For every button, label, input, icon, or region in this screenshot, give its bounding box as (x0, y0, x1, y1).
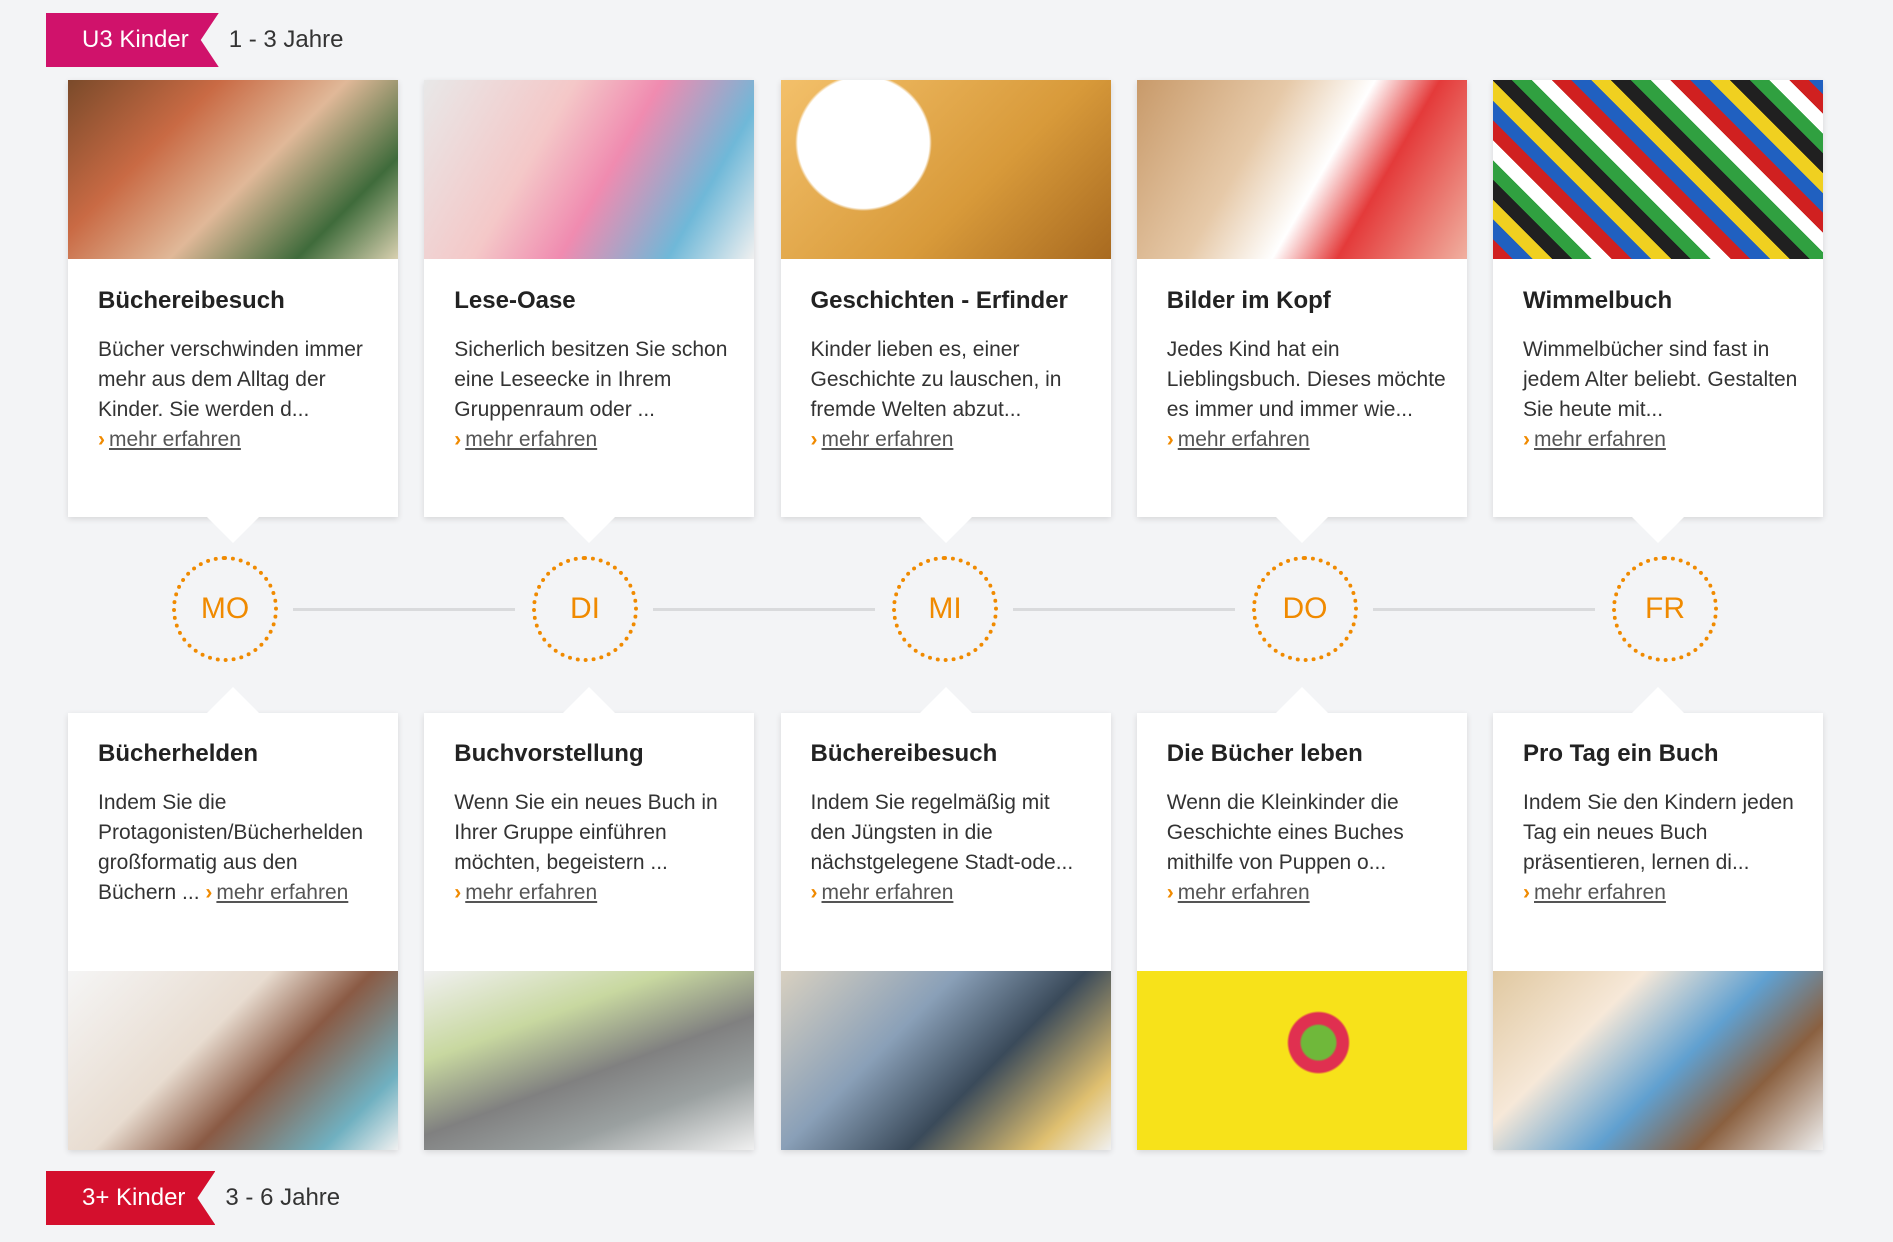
card-text: Indem Sie regelmäßig mit den Jüngsten in… (811, 788, 1091, 908)
card-text: Wenn Sie ein neues Buch in Ihrer Gruppe … (454, 788, 734, 908)
card-geschichten-erfinder[interactable]: Geschichten - Erfinder Kinder lieben es,… (780, 80, 1111, 543)
card-image[interactable] (68, 971, 398, 1150)
chevron-right-icon: › (810, 428, 818, 451)
card-title: Bücherhelden (98, 740, 259, 767)
chevron-right-icon: › (1523, 881, 1530, 904)
more-link[interactable]: mehr erfahren (1178, 428, 1310, 451)
card-teaser: Bücher verschwinden immer mehr aus dem A… (98, 338, 363, 421)
card-text: Kinder lieben es, einer Geschichte zu la… (811, 335, 1091, 455)
card-teaser: Jedes Kind hat ein Lieblingsbuch. Dieses… (1166, 338, 1446, 421)
plush-elephant-on-book-image (424, 971, 755, 1150)
more-link[interactable]: mehr erfahren (1534, 881, 1666, 904)
day-fr: FR (1612, 556, 1718, 662)
teacher-reading-to-kids-image (1493, 971, 1823, 1150)
lower-cards-row: Bücherhelden Indem Sie die Protagonisten… (68, 687, 1823, 1150)
timeline-connector (293, 608, 515, 611)
kids-reading-in-library-image (68, 80, 398, 259)
more-link[interactable]: mehr erfahren (109, 428, 241, 451)
card-buchvorstellung[interactable]: Buchvorstellung Wenn Sie ein neues Buch … (424, 687, 755, 1150)
card-teaser: Sicherlich besitzen Sie schon eine Lesee… (454, 338, 728, 421)
card-buechereibesuch-u3[interactable]: Büchereibesuch Bücher verschwinden immer… (68, 80, 398, 543)
card-title: Bilder im Kopf (1166, 287, 1331, 314)
card-text: Sicherlich besitzen Sie schon eine Lesee… (454, 335, 734, 455)
card-title: Wimmelbuch (1523, 287, 1673, 314)
card-wimmelbuch[interactable]: Wimmelbuch Wimmelbücher sind fast in jed… (1493, 80, 1823, 543)
building-bricks-image (1493, 80, 1823, 259)
chevron-right-icon: › (454, 881, 462, 904)
card-title: Lese-Oase (454, 287, 576, 314)
card-image[interactable] (1493, 971, 1823, 1150)
chevron-right-icon: › (1166, 881, 1174, 904)
3plus-kinder-band: 3+ Kinder 3 - 6 Jahre (46, 1171, 340, 1225)
timeline-connector (653, 608, 875, 611)
card-title: Büchereibesuch (98, 287, 285, 314)
card-teaser: Indem Sie den Kindern jeden Tag ein neue… (1523, 791, 1794, 874)
more-link[interactable]: mehr erfahren (465, 881, 597, 904)
more-link[interactable]: mehr erfahren (465, 428, 597, 451)
more-link[interactable]: mehr erfahren (216, 881, 348, 904)
more-link[interactable]: mehr erfahren (1534, 428, 1666, 451)
3plus-age-range: 3 - 6 Jahre (225, 1184, 341, 1211)
u3-kinder-tag[interactable]: U3 Kinder (46, 13, 219, 67)
card-bilder-im-kopf[interactable]: Bilder im Kopf Jedes Kind hat ein Liebli… (1136, 80, 1467, 543)
chevron-right-icon: › (1166, 428, 1174, 451)
toddler-in-library-image (780, 971, 1111, 1150)
card-text: Wimmelbücher sind fast in jedem Alter be… (1523, 335, 1803, 455)
card-teaser: Wenn Sie ein neues Buch in Ihrer Gruppe … (454, 791, 718, 874)
day-mo: MO (172, 556, 278, 662)
u3-kinder-band: U3 Kinder 1 - 3 Jahre (46, 13, 343, 67)
weekday-timeline: MO DI MI DO FR (0, 556, 1893, 662)
day-di: DI (532, 556, 638, 662)
timeline-connector (1013, 608, 1235, 611)
card-image[interactable] (780, 971, 1111, 1150)
baby-with-book-image (68, 971, 398, 1150)
3plus-kinder-tag[interactable]: 3+ Kinder (46, 1171, 215, 1225)
day-mi: MI (892, 556, 998, 662)
card-title: Buchvorstellung (454, 740, 644, 767)
card-image[interactable] (424, 80, 755, 259)
timeline-connector (1373, 608, 1595, 611)
chevron-right-icon: › (205, 881, 213, 904)
upper-cards-row: Büchereibesuch Bücher verschwinden immer… (68, 80, 1823, 543)
chevron-right-icon: › (1523, 428, 1530, 451)
finger-puppets-image (1136, 971, 1467, 1150)
toddler-reading-book-image (424, 80, 755, 259)
more-link[interactable]: mehr erfahren (1178, 881, 1310, 904)
card-pro-tag-ein-buch[interactable]: Pro Tag ein Buch Indem Sie den Kindern j… (1493, 687, 1823, 1150)
card-buechereibesuch-3plus[interactable]: Büchereibesuch Indem Sie regelmäßig mit … (780, 687, 1111, 1150)
card-text: Wenn die Kleinkinder die Geschichte eine… (1167, 788, 1447, 908)
card-image[interactable] (1136, 80, 1467, 259)
card-text: Jedes Kind hat ein Lieblingsbuch. Dieses… (1167, 335, 1447, 455)
card-die-buecher-leben[interactable]: Die Bücher leben Wenn die Kleinkinder di… (1136, 687, 1467, 1150)
chevron-right-icon: › (454, 428, 462, 451)
card-image[interactable] (780, 80, 1111, 259)
card-title: Büchereibesuch (810, 740, 998, 767)
u3-age-range: 1 - 3 Jahre (228, 26, 344, 53)
card-title: Pro Tag ein Buch (1523, 740, 1719, 767)
card-teaser: Wimmelbücher sind fast in jedem Alter be… (1523, 338, 1798, 421)
card-buecherhelden[interactable]: Bücherhelden Indem Sie die Protagonisten… (68, 687, 398, 1150)
card-title: Die Bücher leben (1166, 740, 1363, 767)
card-text: Indem Sie den Kindern jeden Tag ein neue… (1523, 788, 1803, 908)
card-title: Geschichten - Erfinder (810, 287, 1068, 314)
boy-with-thought-bubble-image (780, 80, 1111, 259)
card-image[interactable] (424, 971, 755, 1150)
card-teaser: Kinder lieben es, einer Geschichte zu la… (810, 338, 1062, 421)
chevron-right-icon: › (810, 881, 818, 904)
chevron-right-icon: › (98, 428, 105, 451)
card-teaser: Wenn die Kleinkinder die Geschichte eine… (1166, 791, 1404, 874)
child-drawing-image (1136, 80, 1467, 259)
card-teaser: Indem Sie regelmäßig mit den Jüngsten in… (810, 791, 1074, 874)
more-link[interactable]: mehr erfahren (822, 881, 954, 904)
card-image[interactable] (68, 80, 398, 259)
card-text: Indem Sie die Protagonisten/Bücherhelden… (98, 788, 378, 908)
card-text: Bücher verschwinden immer mehr aus dem A… (98, 335, 378, 455)
more-link[interactable]: mehr erfahren (822, 428, 954, 451)
card-lese-oase[interactable]: Lese-Oase Sicherlich besitzen Sie schon … (424, 80, 755, 543)
day-do: DO (1252, 556, 1358, 662)
card-image[interactable] (1136, 971, 1467, 1150)
card-image[interactable] (1493, 80, 1823, 259)
